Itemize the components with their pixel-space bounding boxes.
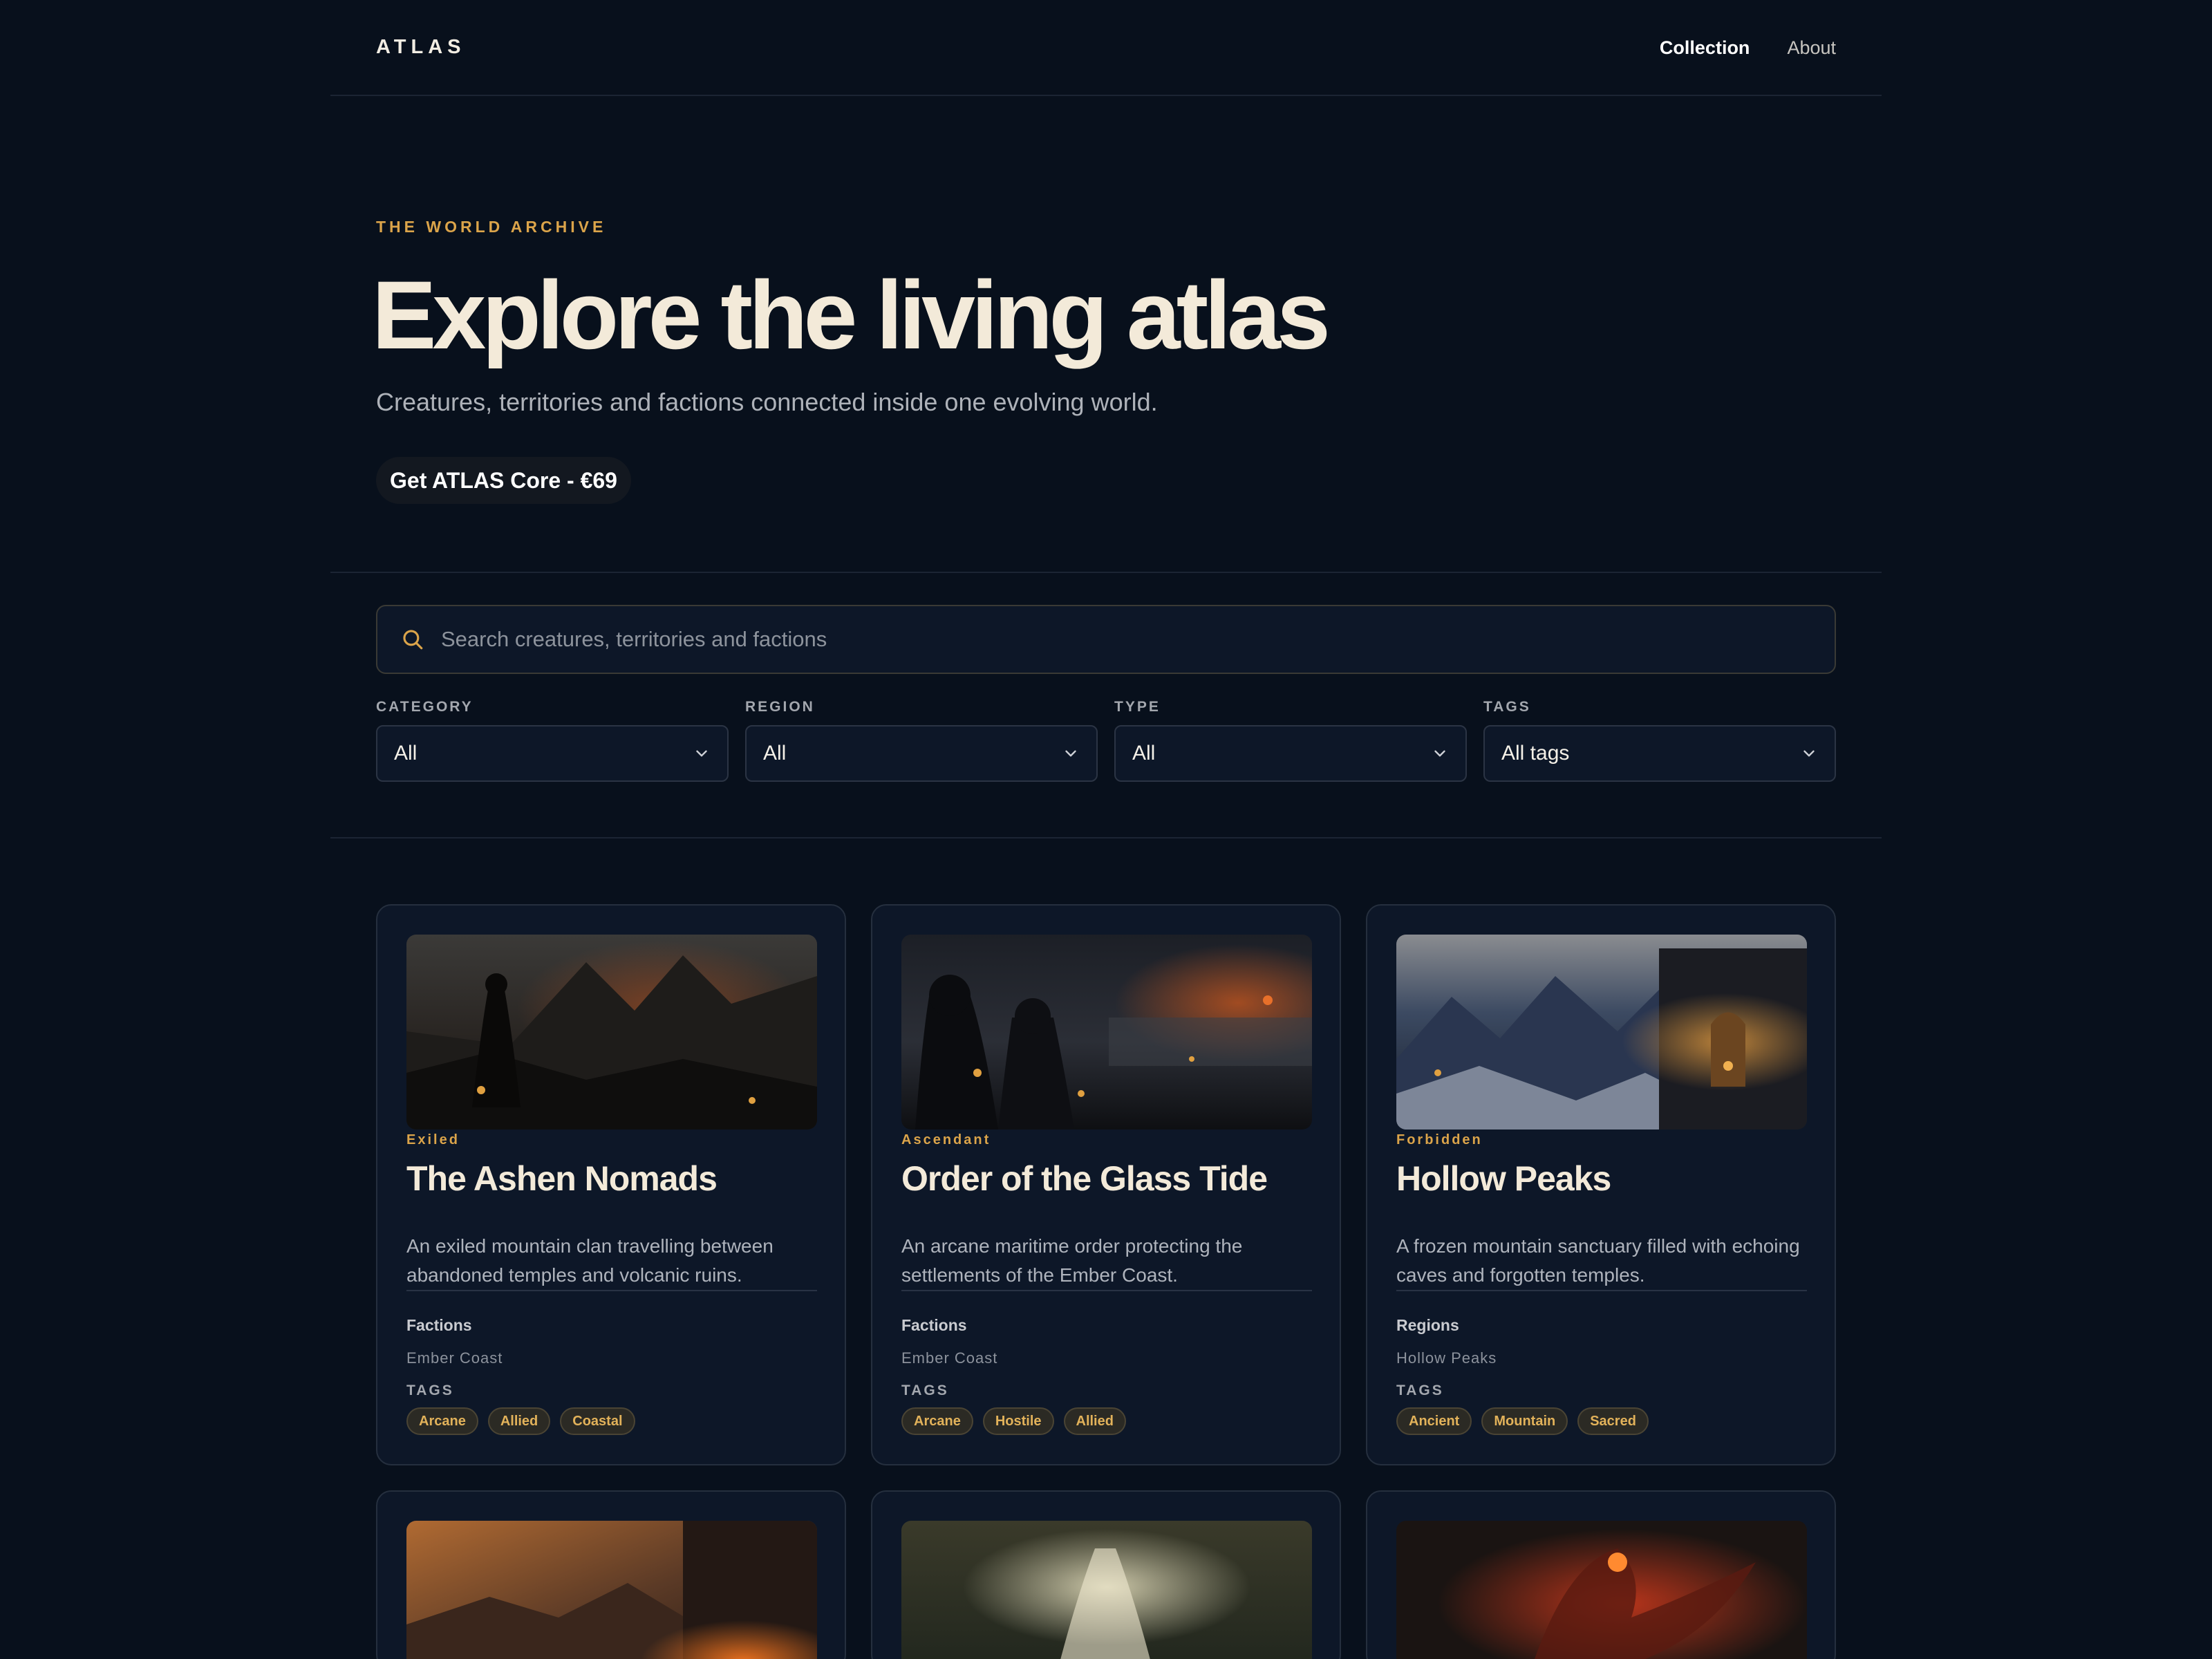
card-section-label: Regions [1396, 1316, 1459, 1334]
chevron-down-icon [1803, 750, 1815, 757]
filter-category: CATEGORY All [376, 699, 729, 782]
card-ember-dragon[interactable] [1366, 1490, 1836, 1659]
tag-pill[interactable]: Coastal [560, 1407, 635, 1435]
card-title[interactable]: Order of the Glass Tide [901, 1159, 1268, 1199]
type-select[interactable]: All [1114, 725, 1467, 782]
card-image [1396, 1521, 1807, 1659]
card-section-value: Hollow Peaks [1396, 1349, 1497, 1367]
card-ashen-nomads[interactable]: Exiled The Ashen Nomads An exiled mounta… [376, 904, 846, 1465]
search-bar[interactable] [376, 605, 1836, 674]
hero-title: Explore the living atlas [372, 261, 1331, 369]
hero-subtitle: Creatures, territories and factions conn… [376, 388, 1158, 416]
site-logo[interactable]: ATLAS [376, 36, 466, 59]
tags-select[interactable]: All tags [1483, 725, 1836, 782]
card-image [406, 1521, 817, 1659]
tag-pill[interactable]: Sacred [1577, 1407, 1649, 1435]
filter-label: TYPE [1114, 699, 1161, 715]
card-glass-tide[interactable]: Ascendant Order of the Glass Tide An arc… [871, 904, 1341, 1465]
card-volcanic-coast[interactable] [376, 1490, 846, 1659]
card-section-label: Factions [406, 1316, 472, 1334]
select-value: All [1132, 742, 1156, 765]
card-section-label: Factions [901, 1316, 967, 1334]
select-value: All [763, 742, 787, 765]
site-header: ATLAS Collection About [330, 0, 1882, 96]
filter-section: CATEGORY All REGION All TYPE All TAGS Al… [330, 573, 1882, 838]
tag-pill[interactable]: Ancient [1396, 1407, 1472, 1435]
card-tags: Ancient Mountain Sacred [1396, 1407, 1649, 1435]
card-section-value: Ember Coast [901, 1349, 998, 1367]
tag-pill[interactable]: Allied [1063, 1407, 1126, 1435]
card-image [1396, 935, 1807, 1130]
card-title[interactable]: Hollow Peaks [1396, 1159, 1611, 1199]
card-badge: Exiled [406, 1132, 460, 1147]
tag-pill[interactable]: Hostile [982, 1407, 1054, 1435]
card-spirit-grove[interactable] [871, 1490, 1341, 1659]
filter-label: CATEGORY [376, 699, 474, 715]
select-value: All [394, 742, 418, 765]
tag-pill[interactable]: Arcane [406, 1407, 478, 1435]
card-badge: Ascendant [901, 1132, 991, 1147]
chevron-down-icon [696, 750, 707, 757]
card-description: A frozen mountain sanctuary filled with … [1396, 1232, 1807, 1291]
card-tags-label: TAGS [1396, 1382, 1444, 1398]
nav-link-about[interactable]: About [1787, 37, 1836, 59]
card-tags-label: TAGS [901, 1382, 949, 1398]
category-select[interactable]: All [376, 725, 729, 782]
chevron-down-icon [1434, 750, 1445, 757]
card-image [901, 1521, 1312, 1659]
filter-tags: TAGS All tags [1483, 699, 1836, 782]
hero-section: THE WORLD ARCHIVE Explore the living atl… [330, 96, 1882, 573]
tag-pill[interactable]: Allied [487, 1407, 551, 1435]
tag-pill[interactable]: Arcane [901, 1407, 973, 1435]
filter-label: REGION [745, 699, 815, 715]
tag-pill[interactable]: Mountain [1481, 1407, 1568, 1435]
hero-eyebrow: THE WORLD ARCHIVE [376, 218, 607, 236]
card-section-value: Ember Coast [406, 1349, 503, 1367]
filter-type: TYPE All [1114, 699, 1467, 782]
card-tags: Arcane Hostile Allied [901, 1407, 1126, 1435]
get-core-button[interactable]: Get ATLAS Core - €69 [376, 457, 631, 504]
chevron-down-icon [1065, 750, 1076, 757]
card-badge: Forbidden [1396, 1132, 1483, 1147]
main-nav: Collection About [1660, 37, 1836, 59]
card-image [406, 935, 817, 1130]
nav-link-collection[interactable]: Collection [1660, 37, 1750, 59]
card-tags-label: TAGS [406, 1382, 454, 1398]
card-image [901, 935, 1312, 1130]
card-hollow-peaks[interactable]: Forbidden Hollow Peaks A frozen mountain… [1366, 904, 1836, 1465]
card-tags: Arcane Allied Coastal [406, 1407, 635, 1435]
card-description: An exiled mountain clan travelling betwe… [406, 1232, 817, 1291]
filter-label: TAGS [1483, 699, 1531, 715]
search-icon [403, 630, 423, 650]
card-description: An arcane maritime order protecting the … [901, 1232, 1312, 1291]
select-value: All tags [1501, 742, 1570, 765]
region-select[interactable]: All [745, 725, 1098, 782]
search-input[interactable] [441, 612, 1835, 667]
card-title[interactable]: The Ashen Nomads [406, 1159, 718, 1199]
filter-region: REGION All [745, 699, 1098, 782]
